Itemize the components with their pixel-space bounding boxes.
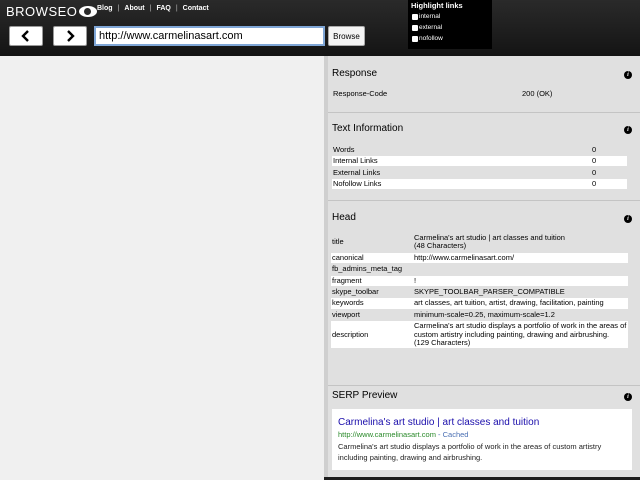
- page-preview-pane[interactable]: [0, 56, 324, 480]
- meta-value: [413, 263, 628, 276]
- table-row: fragment !: [331, 275, 628, 288]
- info-icon[interactable]: i: [624, 71, 632, 79]
- serp-section-title: SERP Preview: [332, 390, 398, 401]
- response-code-value: 200 (OK): [522, 89, 553, 98]
- serp-url-line: http://www.carmelinasart.com - Cached: [338, 429, 626, 440]
- head-section-title: Head: [332, 212, 356, 223]
- meta-key: description: [331, 320, 413, 350]
- nav-faq-link[interactable]: FAQ: [156, 5, 170, 12]
- meta-key: viewport: [331, 309, 413, 322]
- serp-result-url: http://www.carmelinasart.com: [338, 430, 436, 439]
- serp-result-description: Carmelina's art studio displays a portfo…: [338, 442, 602, 462]
- logo-text: BROWSEO: [6, 3, 78, 19]
- highlight-links-panel: Highlight links internal external nofoll…: [408, 0, 492, 49]
- top-nav: Blog | About | FAQ | Contact: [97, 5, 209, 12]
- nofollow-checkbox[interactable]: [412, 35, 418, 42]
- meta-value: SKYPE_TOOLBAR_PARSER_COMPATIBLE: [413, 286, 628, 299]
- highlight-nofollow-option[interactable]: nofollow: [408, 33, 492, 44]
- meta-key: fb_admins_meta_tag: [331, 263, 413, 276]
- meta-key: title: [331, 233, 413, 253]
- nav-separator: |: [117, 5, 120, 12]
- external-checkbox[interactable]: [412, 24, 418, 31]
- meta-value: Carmelina's art studio displays a portfo…: [413, 320, 628, 350]
- nav-separator: |: [175, 5, 178, 12]
- nav-separator: |: [149, 5, 152, 12]
- head-meta-table: title Carmelina's art studio | art class…: [331, 233, 628, 350]
- url-input[interactable]: [94, 26, 325, 46]
- description-value: Carmelina's art studio displays a portfo…: [414, 321, 627, 339]
- chevron-left-icon: [21, 30, 29, 42]
- title-char-count: (48 Characters): [414, 241, 467, 251]
- nav-about-link[interactable]: About: [124, 5, 144, 12]
- external-links-value: 0: [592, 167, 597, 177]
- table-row: Nofollow Links 0: [332, 177, 627, 189]
- serp-cached-link[interactable]: - Cached: [438, 430, 468, 439]
- text-info-table: Words 0 Internal Links 0 External Links …: [332, 143, 627, 189]
- table-row: fb_admins_meta_tag: [331, 263, 628, 276]
- table-row: viewport minimum-scale=0.25, maximum-sca…: [331, 309, 628, 322]
- info-icon[interactable]: i: [624, 393, 632, 401]
- meta-value: art classes, art tuition, artist, drawin…: [413, 297, 628, 310]
- back-button[interactable]: [9, 26, 43, 46]
- words-label: Words: [333, 144, 355, 154]
- nofollow-label: nofollow: [419, 35, 443, 42]
- section-divider: [328, 385, 640, 386]
- panel-divider[interactable]: [324, 56, 328, 480]
- forward-button[interactable]: [53, 26, 87, 46]
- browseo-logo[interactable]: BROWSEO: [6, 3, 98, 19]
- meta-key: canonical: [331, 252, 413, 265]
- external-label: external: [419, 24, 443, 31]
- meta-key: keywords: [331, 297, 413, 310]
- meta-value: Carmelina's art studio | art classes and…: [413, 233, 628, 253]
- nav-contact-link[interactable]: Contact: [183, 5, 209, 12]
- internal-links-value: 0: [592, 156, 597, 166]
- nofollow-links-value: 0: [592, 179, 597, 189]
- top-bar: BROWSEO Blog | About | FAQ | Contact Bro…: [0, 0, 640, 56]
- internal-label: internal: [419, 13, 441, 20]
- meta-key: fragment: [331, 275, 413, 288]
- table-row: Words 0: [332, 143, 627, 155]
- table-row: canonical http://www.carmelinasart.com/: [331, 252, 628, 265]
- meta-value: !: [413, 275, 628, 288]
- words-value: 0: [592, 144, 597, 154]
- section-divider: [328, 200, 640, 201]
- table-row: skype_toolbar SKYPE_TOOLBAR_PARSER_COMPA…: [331, 286, 628, 299]
- serp-preview-box: Carmelina's art studio | art classes and…: [332, 409, 632, 470]
- table-row: keywords art classes, art tuition, artis…: [331, 297, 628, 310]
- chevron-right-icon: [67, 30, 75, 42]
- text-info-section-title: Text Information: [332, 123, 404, 134]
- info-icon[interactable]: i: [624, 126, 632, 134]
- meta-value: minimum-scale=0.25, maximum-scale=1.2: [413, 309, 628, 322]
- table-row: title Carmelina's art studio | art class…: [331, 233, 628, 253]
- eye-icon: [79, 5, 98, 17]
- highlight-external-option[interactable]: external: [408, 22, 492, 33]
- info-icon[interactable]: i: [624, 215, 632, 223]
- table-row: description Carmelina's art studio displ…: [331, 320, 628, 350]
- response-code-label: Response-Code: [333, 89, 388, 98]
- highlight-links-title: Highlight links: [411, 1, 463, 10]
- browse-button[interactable]: Browse: [328, 26, 365, 46]
- meta-value: http://www.carmelinasart.com/: [413, 252, 628, 265]
- internal-checkbox[interactable]: [412, 13, 418, 20]
- internal-links-label: Internal Links: [333, 156, 378, 166]
- table-row: Internal Links 0: [332, 154, 627, 166]
- meta-key: skype_toolbar: [331, 286, 413, 299]
- serp-result-title[interactable]: Carmelina's art studio | art classes and…: [338, 417, 626, 429]
- section-divider: [328, 112, 640, 113]
- highlight-internal-option[interactable]: internal: [408, 11, 492, 22]
- external-links-label: External Links: [333, 167, 381, 177]
- description-char-count: (129 Characters): [414, 338, 471, 348]
- table-row: External Links 0: [332, 166, 627, 178]
- nofollow-links-label: Nofollow Links: [333, 179, 382, 189]
- nav-blog-link[interactable]: Blog: [97, 5, 113, 12]
- response-section-title: Response: [332, 68, 378, 79]
